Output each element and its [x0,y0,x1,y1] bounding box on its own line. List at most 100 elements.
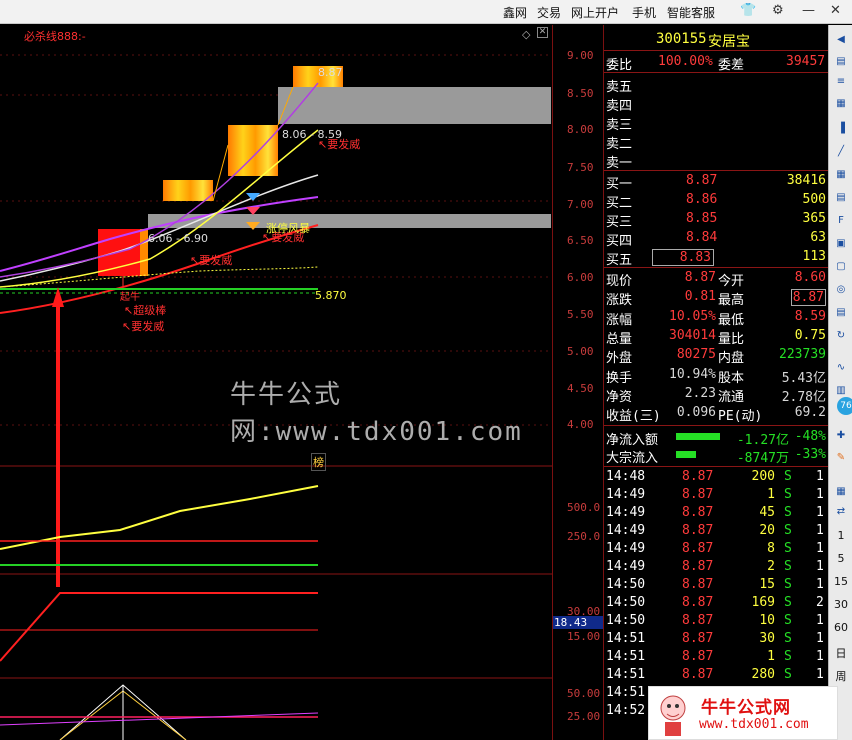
rank-tag[interactable]: 榜 [311,453,326,471]
f10-icon[interactable]: F [832,212,850,230]
buy-row[interactable]: 买三 8.85 365 [604,210,829,230]
stat-row[interactable]: 收益(三) 0.096 PE(动) 69.2 [604,404,829,424]
stat-value: 8.87 [790,289,826,307]
table-icon[interactable]: ▦ [832,483,850,501]
stat-row[interactable]: 现价 8.87 今开 8.60 [604,269,829,289]
refresh-icon[interactable]: ↻ [832,327,850,345]
list-icon[interactable]: ≡ [832,73,850,91]
diamond-icon[interactable]: ◇ [522,28,530,41]
period-15[interactable]: 15 [831,575,851,588]
weicha-value: 39457 [786,54,826,69]
tick-side: S [784,577,792,592]
tick-row[interactable]: 14:51 8.87 280 S 1 [604,666,829,684]
tick-row[interactable]: 14:50 8.87 169 S 2 [604,594,829,612]
swap-icon[interactable]: ⇄ [832,503,850,521]
chart-close-icon[interactable]: ✕ [537,27,548,38]
tick-side: S [784,631,792,646]
flow-pct: -48% [794,429,826,444]
menu-mobile[interactable]: 手机 [632,4,656,21]
period-1[interactable]: 1 [831,529,851,542]
minimize-icon[interactable]: — [802,3,815,18]
menu-xinwang[interactable]: 鑫网 [503,4,527,21]
pen-icon[interactable]: ✎ [832,449,850,467]
tick-row[interactable]: 14:48 8.87 200 S 1 [604,468,829,486]
signal-label-5: ↖超级棒 [124,304,167,317]
settings-icon[interactable]: ⚙ [772,3,784,18]
buy-row[interactable]: 买二 8.86 500 [604,191,829,211]
tick-row[interactable]: 14:49 8.87 8 S 1 [604,540,829,558]
logo-title: 牛牛公式网 [701,698,791,718]
tick-row[interactable]: 14:49 8.87 20 S 1 [604,522,829,540]
period-60[interactable]: 60 [831,621,851,634]
candle-gold-1 [163,180,213,201]
data-icon[interactable]: ▤ [832,304,850,322]
news-icon[interactable]: ▤ [832,189,850,207]
line-icon[interactable]: ╱ [832,143,850,161]
eye-icon[interactable]: ◎ [832,281,850,299]
tick-side: S [784,505,792,520]
tick-price: 8.87 [682,487,714,502]
stat-row[interactable]: 外盘 80275 内盘 223739 [604,346,829,367]
tick-volume: 1 [767,487,775,502]
stat-row[interactable]: 总量 304014 量比 0.75 [604,327,829,347]
period-day[interactable]: 日 [831,645,851,661]
stat-value: 5.43亿 [781,370,826,386]
chart-icon[interactable]: ▤ [832,53,850,71]
badge-76[interactable]: 76 [837,397,852,415]
buy-label: 买三 [606,215,633,230]
tick-side: S [784,523,792,538]
menu-open-account[interactable]: 网上开户 [571,4,619,21]
flow-row[interactable]: 大宗流入 -8747万 -33% [604,446,829,466]
tick-time: 14:51 [606,667,646,682]
stat-row[interactable]: 涨幅 10.05% 最低 8.59 [604,308,829,328]
bar-icon[interactable]: ▐ [832,120,850,138]
period-5[interactable]: 5 [831,552,851,565]
axis-label: 500.0 [567,501,601,514]
tick-count: 1 [816,505,824,520]
tick-row[interactable]: 14:50 8.87 10 S 1 [604,612,829,630]
flow-bar [676,451,696,458]
buy-row[interactable]: 买五 8.83 113 [604,248,829,268]
buy-row[interactable]: 买四 8.84 63 [604,229,829,249]
stat-label: 内盘 [718,351,745,367]
sell-row[interactable]: 卖一 [604,151,829,171]
axis-label: 5.50 [567,308,594,321]
wave-icon[interactable]: ∿ [832,359,850,377]
shirt-icon[interactable]: 👕 [740,3,756,18]
sell-row[interactable]: 卖二 [604,132,829,152]
stat-row[interactable]: 涨跌 0.81 最高 8.87 [604,288,829,308]
tick-row[interactable]: 14:49 8.87 1 S 1 [604,486,829,504]
stat-row[interactable]: 换手 10.94% 股本 5.43亿 [604,366,829,386]
buy-row[interactable]: 买一 8.87 38416 [604,172,829,192]
sell-row[interactable]: 卖三 [604,113,829,133]
report-icon[interactable]: ▦ [832,95,850,113]
stat-label: 股本 [718,370,745,386]
tick-row[interactable]: 14:50 8.87 15 S 1 [604,576,829,594]
sell-row[interactable]: 卖五 [604,75,829,95]
tick-volume: 169 [751,595,775,610]
sell-row[interactable]: 卖四 [604,94,829,114]
tick-row[interactable]: 14:51 8.87 1 S 1 [604,648,829,666]
tick-time: 14:48 [606,469,646,484]
tick-row[interactable]: 14:49 8.87 45 S 1 [604,504,829,522]
stat-row[interactable]: 净资 2.23 流通 2.78亿 [604,385,829,405]
info-icon[interactable]: ▣ [832,235,850,253]
stock-code: 300155 [656,31,707,47]
tick-count: 1 [816,613,824,628]
tick-row[interactable]: 14:49 8.87 2 S 1 [604,558,829,576]
kline-chart[interactable]: 必杀线888:- ◇ ✕ 8.87 8.06 - 8.59 6.06 - 6.9… [0,25,552,740]
tick-count: 1 [816,631,824,646]
period-week[interactable]: 周 [831,668,851,684]
tick-price: 8.87 [682,559,714,574]
period-30[interactable]: 30 [831,598,851,611]
menu-trade[interactable]: 交易 [537,4,561,21]
close-icon[interactable]: ✕ [830,3,841,18]
back-icon[interactable]: ◀ [832,31,850,49]
tick-row[interactable]: 14:51 8.87 30 S 1 [604,630,829,648]
move-icon[interactable]: ✚ [832,427,850,445]
finance-icon[interactable]: ▢ [832,258,850,276]
menu-service[interactable]: 智能客服 [667,4,715,21]
tick-side: S [784,667,792,682]
grid-icon[interactable]: ▦ [832,166,850,184]
tick-time: 14:49 [606,505,646,520]
